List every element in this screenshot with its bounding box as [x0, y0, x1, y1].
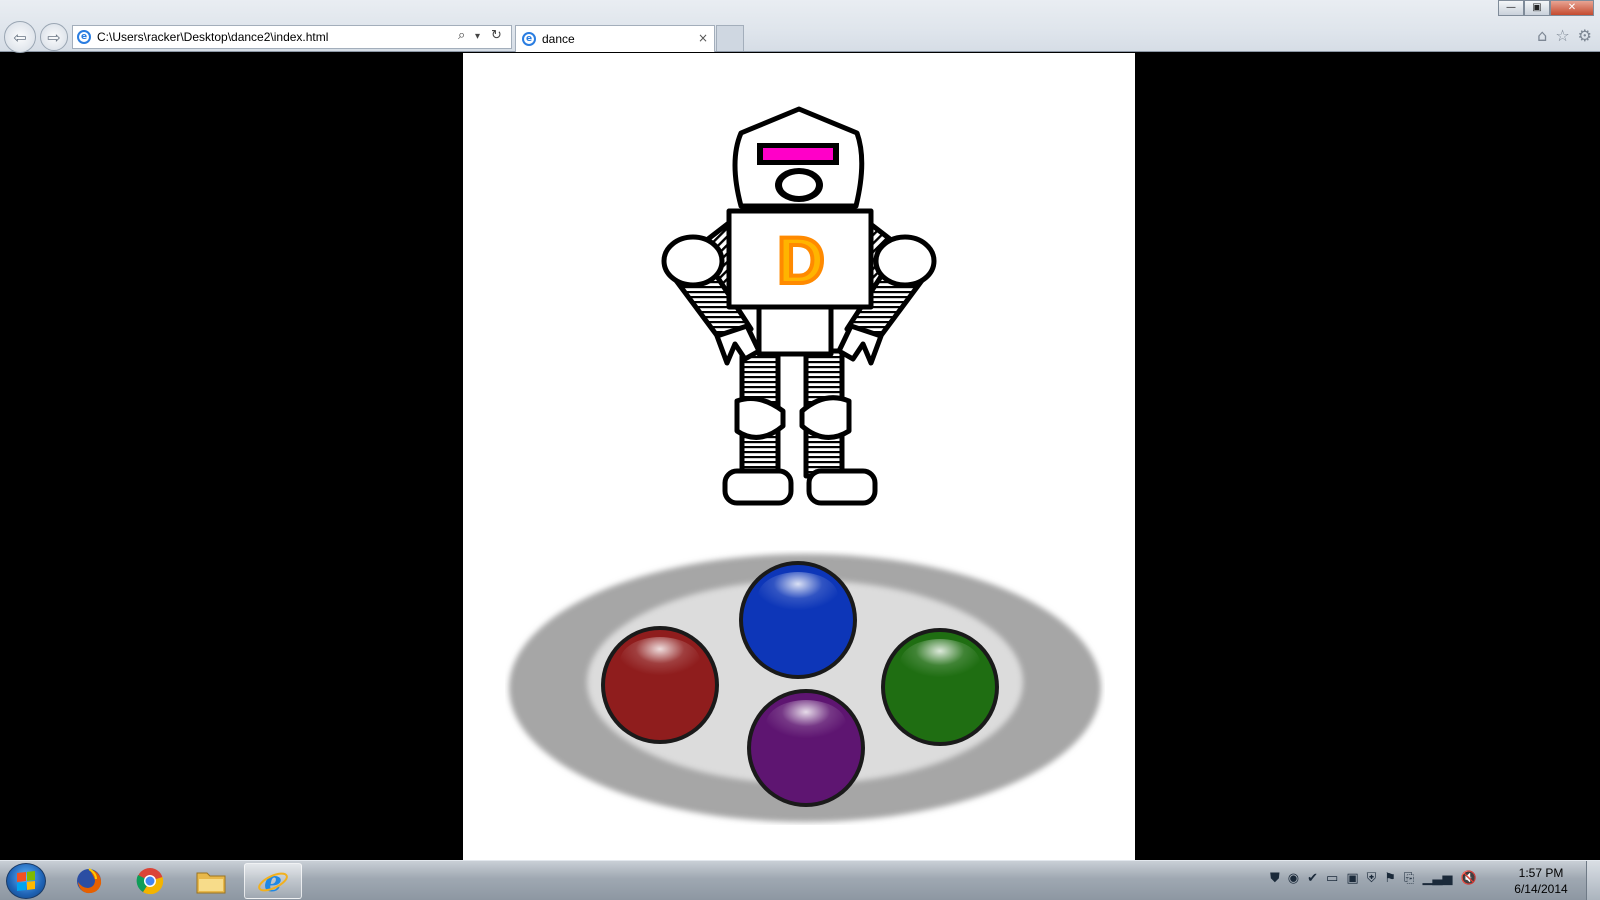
tray-icon-9[interactable]: ▁▃▅ — [1422, 871, 1452, 886]
tray-icon-6[interactable]: ⛨ — [1367, 871, 1377, 886]
tray-icon-8[interactable]: ⎘ — [1404, 871, 1414, 886]
tray-icon-1[interactable]: ⛊ — [1270, 871, 1280, 886]
clock-time: 1:57 PM — [1518, 866, 1564, 880]
restore-button[interactable]: ▣ — [1524, 0, 1550, 16]
windows-logo-icon — [17, 871, 35, 891]
refresh-icon[interactable]: ↻ — [491, 28, 502, 43]
tray-icon-7[interactable]: ⚑ — [1384, 871, 1396, 886]
clock-date: 6/14/2014 — [1514, 882, 1568, 896]
window-controls: — ▣ ✕ — [1498, 0, 1594, 16]
robot-dancer: D — [661, 106, 937, 506]
close-tab-icon[interactable]: × — [698, 31, 708, 45]
system-tray: ⛊ ◉ ✔ ▭ ▣ ⛨ ⚑ ⎘ ▁▃▅ 🔇 — [1270, 871, 1477, 886]
clock[interactable]: 1:57 PM 6/14/2014 — [1506, 865, 1576, 897]
forward-button[interactable]: ⇨ — [40, 23, 68, 51]
address-text[interactable]: C:\Users\racker\Desktop\dance2\index.htm… — [97, 30, 328, 44]
ie-page-icon: e — [77, 30, 91, 44]
internet-explorer-icon: e — [258, 866, 288, 896]
back-arrow-icon: ⇦ — [13, 27, 27, 47]
taskbar-file-explorer[interactable] — [182, 863, 240, 899]
back-button[interactable]: ⇦ — [4, 21, 36, 53]
close-window-button[interactable]: ✕ — [1550, 0, 1594, 16]
pad-button-purple[interactable] — [747, 689, 865, 807]
pad-button-red[interactable] — [601, 626, 719, 744]
firefox-icon — [77, 868, 102, 894]
dance-pad — [509, 554, 1101, 822]
forward-arrow-icon: ⇨ — [47, 27, 61, 47]
home-icon[interactable]: ⌂ — [1537, 26, 1547, 45]
taskbar-firefox[interactable] — [60, 863, 118, 899]
tab-dance[interactable]: e dance × — [515, 25, 715, 52]
pad-button-green[interactable] — [881, 628, 999, 746]
address-bar[interactable]: e C:\Users\racker\Desktop\dance2\index.h… — [72, 25, 512, 49]
tray-icon-10[interactable]: 🔇 — [1460, 871, 1476, 886]
tray-icon-2[interactable]: ◉ — [1288, 871, 1299, 886]
chrome-icon — [136, 868, 164, 895]
folder-icon — [196, 872, 226, 894]
taskbar: e ⛊ ◉ ✔ ▭ ▣ ⛨ ⚑ ⎘ ▁▃▅ 🔇 1:57 PM 6/14/2014 — [0, 860, 1600, 900]
page-viewport: D — [0, 53, 1600, 860]
tab-title: dance — [542, 32, 575, 46]
new-tab-button[interactable] — [716, 25, 744, 51]
show-desktop-button[interactable] — [1586, 861, 1600, 900]
gear-icon[interactable]: ⚙ — [1578, 26, 1592, 45]
start-button[interactable] — [6, 863, 46, 899]
browser-toolbar: ⇦ ⇨ e C:\Users\racker\Desktop\dance2\ind… — [0, 0, 1600, 53]
tray-icon-3[interactable]: ✔ — [1307, 871, 1318, 886]
taskbar-chrome[interactable] — [121, 863, 179, 899]
minimize-button[interactable]: — — [1498, 0, 1524, 16]
ie-tab-icon: e — [522, 32, 536, 46]
svg-text:e: e — [264, 866, 282, 896]
chevron-down-icon[interactable]: ▾ — [475, 31, 480, 42]
browser-tools: ⌂ ☆ ⚙ — [1537, 26, 1592, 45]
favorites-star-icon[interactable]: ☆ — [1555, 26, 1569, 45]
game-canvas: D — [463, 53, 1135, 860]
search-icon[interactable]: ⌕ — [458, 28, 465, 43]
taskbar-internet-explorer[interactable]: e — [244, 863, 302, 899]
tray-icon-4[interactable]: ▭ — [1326, 871, 1338, 886]
pad-button-blue[interactable] — [739, 561, 857, 679]
tray-icon-5[interactable]: ▣ — [1346, 871, 1358, 886]
robot-chest-letter: D — [777, 223, 825, 297]
